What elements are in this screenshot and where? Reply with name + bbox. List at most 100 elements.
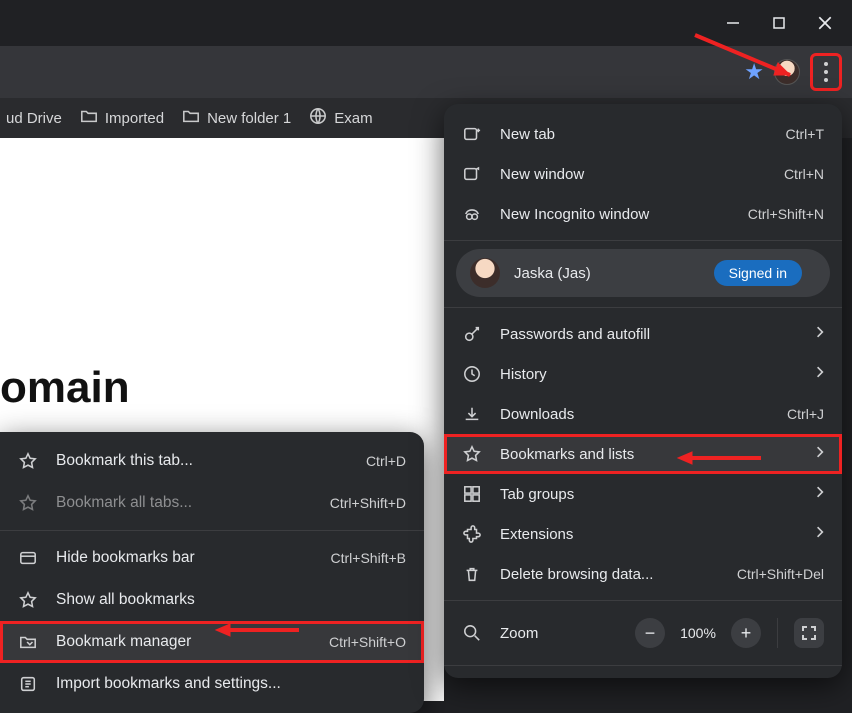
menu-item-new-window[interactable]: New window Ctrl+N <box>444 154 842 194</box>
menu-item-downloads[interactable]: Downloads Ctrl+J <box>444 394 842 434</box>
history-icon <box>462 365 482 383</box>
key-icon <box>462 325 482 343</box>
menu-item-tab-groups[interactable]: Tab groups <box>444 474 842 514</box>
menu-label: Passwords and autofill <box>500 326 798 343</box>
page-heading: omain <box>0 363 130 413</box>
incognito-icon <box>462 205 482 223</box>
menu-label: New tab <box>500 126 768 143</box>
chevron-right-icon <box>816 485 824 503</box>
submenu-shortcut: Ctrl+Shift+D <box>330 495 406 511</box>
menu-separator <box>444 240 842 241</box>
globe-icon <box>309 107 327 129</box>
import-icon <box>18 675 38 693</box>
menu-item-history[interactable]: History <box>444 354 842 394</box>
menu-separator <box>444 307 842 308</box>
bookmark-star-icon[interactable]: ★ <box>744 59 764 85</box>
window-close-button[interactable] <box>802 0 848 46</box>
window-minimize-button[interactable] <box>710 0 756 46</box>
star-outline-icon <box>18 452 38 470</box>
menu-shortcut: Ctrl+N <box>784 166 824 182</box>
submenu-label: Bookmark this tab... <box>56 452 348 470</box>
submenu-label: Hide bookmarks bar <box>56 549 313 567</box>
chrome-menu-button[interactable] <box>810 53 842 91</box>
submenu-shortcut: Ctrl+Shift+B <box>331 550 406 566</box>
submenu-item-bookmark-manager[interactable]: Bookmark manager Ctrl+Shift+O <box>0 621 424 663</box>
menu-item-new-incognito-window[interactable]: New Incognito window Ctrl+Shift+N <box>444 194 842 234</box>
menu-label: Tab groups <box>500 486 798 503</box>
zoom-controls: − 100% + <box>635 618 824 648</box>
zoom-label: Zoom <box>500 625 617 642</box>
bookmarks-submenu: Bookmark this tab... Ctrl+D Bookmark all… <box>0 432 424 713</box>
submenu-item-import-bookmarks[interactable]: Import bookmarks and settings... <box>0 663 424 705</box>
profile-name: Jaska (Jas) <box>514 265 700 282</box>
menu-item-bookmarks-and-lists[interactable]: Bookmarks and lists <box>444 434 842 474</box>
menu-shortcut: Ctrl+J <box>787 406 824 422</box>
menu-label: Downloads <box>500 406 769 423</box>
new-tab-icon <box>462 125 482 143</box>
bookmark-label: Exam <box>334 110 372 127</box>
menu-label: Bookmarks and lists <box>500 446 798 463</box>
trash-icon <box>462 565 482 583</box>
menu-item-passwords-autofill[interactable]: Passwords and autofill <box>444 314 842 354</box>
menu-separator <box>444 665 842 666</box>
chevron-right-icon <box>816 365 824 383</box>
submenu-item-bookmark-all-tabs[interactable]: Bookmark all tabs... Ctrl+Shift+D <box>0 482 424 524</box>
menu-item-extensions[interactable]: Extensions <box>444 514 842 554</box>
menu-label: New Incognito window <box>500 206 730 223</box>
chrome-main-menu: New tab Ctrl+T New window Ctrl+N New Inc… <box>444 104 842 678</box>
zoom-value: 100% <box>675 625 721 641</box>
zoom-icon <box>462 624 482 642</box>
submenu-shortcut: Ctrl+Shift+O <box>329 634 406 650</box>
menu-shortcut: Ctrl+Shift+Del <box>737 566 824 582</box>
bookmark-label: Imported <box>105 110 164 127</box>
window-titlebar <box>0 0 852 46</box>
browser-toolbar: ★ <box>0 46 852 98</box>
avatar-icon <box>470 258 500 288</box>
menu-label: Extensions <box>500 526 798 543</box>
menu-separator <box>444 600 842 601</box>
menu-item-delete-browsing-data[interactable]: Delete browsing data... Ctrl+Shift+Del <box>444 554 842 594</box>
submenu-item-hide-bookmarks-bar[interactable]: Hide bookmarks bar Ctrl+Shift+B <box>0 537 424 579</box>
fullscreen-button[interactable] <box>794 618 824 648</box>
submenu-item-show-all-bookmarks[interactable]: Show all bookmarks <box>0 579 424 621</box>
bookmark-label: ud Drive <box>6 110 62 127</box>
folder-icon <box>182 107 200 129</box>
menu-label: New window <box>500 166 766 183</box>
bookmark-bar-item[interactable]: Imported <box>80 107 164 129</box>
bookmark-bar-item[interactable]: New folder 1 <box>182 107 291 129</box>
submenu-item-bookmark-this-tab[interactable]: Bookmark this tab... Ctrl+D <box>0 440 424 482</box>
download-icon <box>462 405 482 423</box>
signed-in-chip: Signed in <box>714 260 802 286</box>
window-maximize-button[interactable] <box>756 0 802 46</box>
extensions-icon <box>462 525 482 543</box>
submenu-label: Show all bookmarks <box>56 591 406 609</box>
hide-icon <box>18 549 38 567</box>
new-window-icon <box>462 165 482 183</box>
bookmark-label: New folder 1 <box>207 110 291 127</box>
menu-profile-row[interactable]: Jaska (Jas) Signed in <box>456 249 830 297</box>
submenu-label: Bookmark manager <box>56 633 311 651</box>
zoom-out-button[interactable]: − <box>635 618 665 648</box>
menu-label: Delete browsing data... <box>500 566 719 583</box>
chevron-right-icon <box>816 325 824 343</box>
bookmark-bar-item[interactable]: Exam <box>309 107 372 129</box>
menu-label: History <box>500 366 798 383</box>
kebab-icon <box>824 62 828 82</box>
menu-shortcut: Ctrl+Shift+N <box>748 206 824 222</box>
submenu-separator <box>0 530 424 531</box>
bookmark-manager-icon <box>18 633 38 651</box>
bookmark-bar-item[interactable]: ud Drive <box>6 110 62 127</box>
profile-avatar-button[interactable] <box>774 59 800 85</box>
submenu-label: Bookmark all tabs... <box>56 494 312 512</box>
chevron-right-icon <box>816 445 824 463</box>
zoom-in-button[interactable]: + <box>731 618 761 648</box>
star-outline-icon <box>18 591 38 609</box>
star-outline-icon <box>18 494 38 512</box>
menu-item-new-tab[interactable]: New tab Ctrl+T <box>444 114 842 154</box>
menu-zoom-row: Zoom − 100% + <box>444 607 842 659</box>
submenu-label: Import bookmarks and settings... <box>56 675 406 693</box>
folder-icon <box>80 107 98 129</box>
menu-shortcut: Ctrl+T <box>786 126 825 142</box>
chevron-right-icon <box>816 525 824 543</box>
submenu-shortcut: Ctrl+D <box>366 453 406 469</box>
